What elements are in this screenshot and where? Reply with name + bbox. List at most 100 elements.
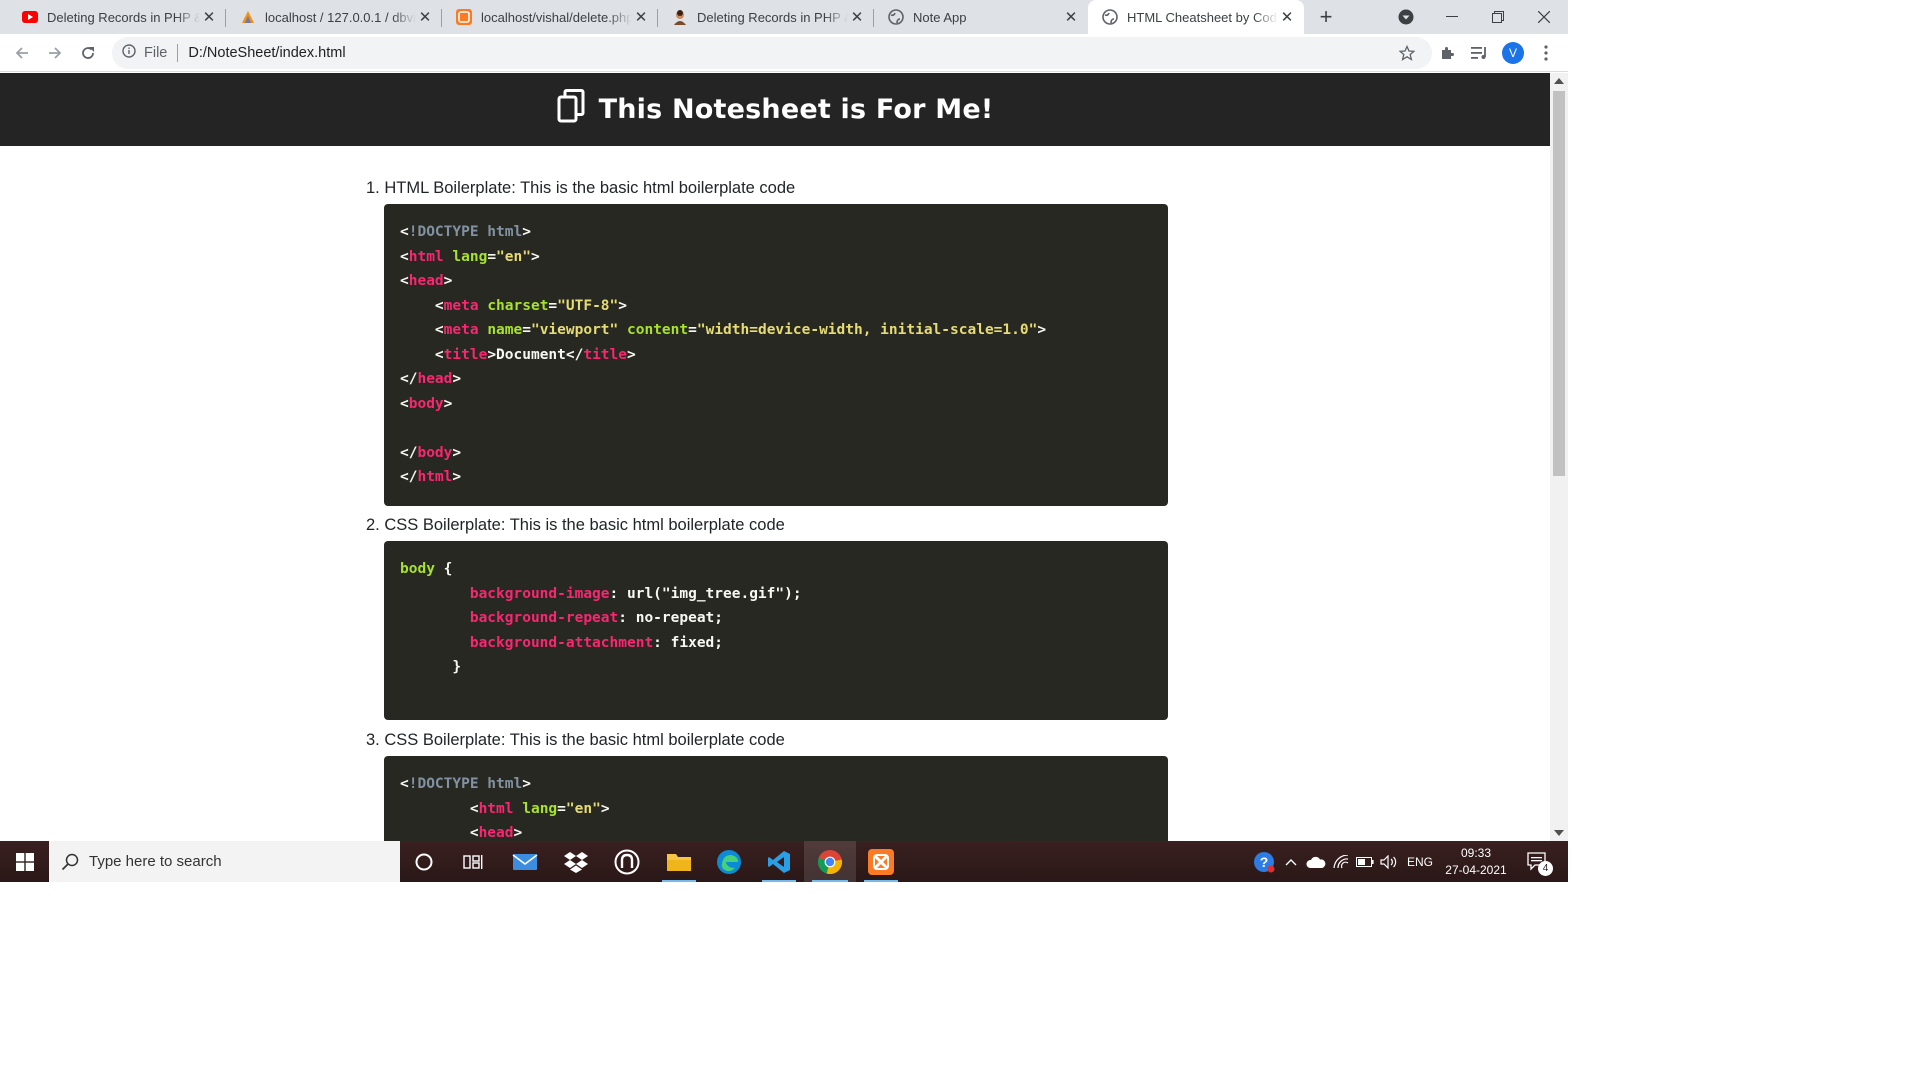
page-scrollbar[interactable]	[1550, 73, 1568, 841]
vscode-icon[interactable]	[754, 841, 804, 882]
code-token: =	[688, 322, 697, 338]
scroll-up-icon[interactable]	[1554, 78, 1564, 84]
volume-icon[interactable]	[1378, 841, 1400, 882]
battery-icon[interactable]	[1354, 841, 1376, 882]
tab-3[interactable]: localhost/vishal/delete.php ✕	[442, 0, 658, 34]
media-control-icon[interactable]	[1469, 42, 1491, 64]
tab-search-icon[interactable]	[1394, 0, 1418, 34]
cortana-icon[interactable]	[400, 841, 448, 882]
close-icon[interactable]: ✕	[848, 8, 866, 26]
code-line: <html lang="en">	[400, 245, 1152, 270]
chevron-up-icon[interactable]	[1282, 841, 1300, 882]
github-desktop-icon[interactable]	[602, 841, 652, 882]
chrome-icon[interactable]	[804, 841, 856, 882]
svg-text:?: ?	[1260, 854, 1269, 870]
bookmark-star-icon[interactable]	[1396, 42, 1418, 64]
info-icon[interactable]	[122, 44, 136, 62]
close-icon[interactable]: ✕	[416, 8, 434, 26]
help-icon[interactable]: ?	[1250, 841, 1278, 882]
code-block[interactable]: body { background-image: url("img_tree.g…	[384, 541, 1168, 720]
clock[interactable]: 09:33 27-04-2021	[1440, 841, 1512, 882]
onedrive-cloud-icon[interactable]	[1304, 841, 1328, 882]
code-token: >	[1037, 322, 1047, 338]
close-icon[interactable]: ✕	[1278, 8, 1296, 26]
youtube-icon	[22, 9, 38, 25]
tab-title: Deleting Records in PHP & MySQL	[47, 9, 200, 25]
code-token: <	[400, 346, 444, 363]
close-icon[interactable]: ✕	[200, 8, 218, 26]
reload-icon[interactable]	[77, 42, 99, 64]
copy-icon	[557, 89, 585, 130]
tab-6-active[interactable]: HTML Cheatsheet by CodeWithHarry ✕	[1088, 0, 1304, 34]
code-block[interactable]: <!DOCTYPE html> <html lang="en"> <head> <m…	[384, 204, 1168, 506]
dropbox-icon[interactable]	[550, 841, 602, 882]
code-token: lang	[452, 248, 488, 265]
code-token: <	[400, 825, 479, 841]
code-token: </	[400, 444, 418, 461]
taskbar-search-input[interactable]: Type here to search	[49, 841, 400, 882]
url-text[interactable]: D:/NoteSheet/index.html	[188, 45, 345, 61]
new-tab-button[interactable]: +	[1314, 4, 1338, 29]
code-token: head	[478, 825, 514, 841]
edge-browser-icon[interactable]	[704, 841, 754, 882]
page-title: This Notesheet is For Me!	[557, 89, 994, 130]
tab-2[interactable]: localhost / 127.0.0.1 / dbvishal ✕	[226, 0, 442, 34]
xampp-taskbar-icon[interactable]	[856, 841, 906, 882]
code-token: <	[400, 322, 444, 338]
notifications-icon[interactable]: 4	[1518, 841, 1558, 882]
language-indicator[interactable]: ENG	[1402, 841, 1438, 882]
code-token: >	[452, 371, 462, 387]
code-token: <	[400, 224, 409, 240]
tab-title: Note App	[913, 9, 967, 25]
globe-icon	[1102, 9, 1118, 25]
tab-5[interactable]: Note App ✕	[874, 0, 1088, 34]
code-token: <	[400, 800, 479, 817]
tab-4[interactable]: Deleting Records in PHP & MySQL ✕	[658, 0, 874, 34]
file-explorer-icon[interactable]	[654, 841, 704, 882]
profile-avatar[interactable]: V	[1502, 42, 1524, 64]
tab-1[interactable]: Deleting Records in PHP & MySQL ✕	[8, 0, 226, 34]
close-window-icon[interactable]	[1532, 0, 1556, 34]
code-token: >	[618, 297, 627, 314]
code-token: background-repeat	[469, 610, 619, 626]
code-token: </	[400, 469, 418, 485]
mail-icon[interactable]	[500, 841, 550, 882]
forward-arrow-icon[interactable]	[44, 42, 66, 64]
scroll-down-icon[interactable]	[1554, 830, 1564, 836]
note-item-3: 3. CSS Boilerplate: This is the basic ht…	[366, 731, 1168, 841]
task-view-icon[interactable]	[448, 841, 498, 882]
code-line: }	[400, 655, 1152, 680]
code-line: </head>	[400, 367, 1152, 392]
close-icon[interactable]: ✕	[632, 8, 650, 26]
code-token: }	[400, 659, 462, 675]
code-line: <meta name="viewport" content="width=dev…	[400, 318, 1152, 343]
code-block[interactable]: <!DOCTYPE html> <html lang="en"> <head>	[384, 756, 1168, 841]
code-line: body {	[400, 557, 1152, 582]
code-token: !DOCTYPE html	[408, 224, 523, 240]
windows-start-icon[interactable]	[0, 841, 49, 882]
code-token: body	[417, 444, 453, 461]
code-token: head	[417, 371, 453, 387]
code-token: background-image	[469, 585, 610, 602]
minimize-icon[interactable]	[1440, 0, 1464, 34]
notes-list: 1. HTML Boilerplate: This is the basic h…	[366, 179, 1168, 841]
code-token: >	[513, 825, 523, 841]
menu-kebab-icon[interactable]	[1535, 42, 1557, 64]
address-bar[interactable]: File D:/NoteSheet/index.html	[112, 37, 1432, 69]
back-arrow-icon[interactable]	[11, 42, 33, 64]
close-icon[interactable]: ✕	[1062, 8, 1080, 26]
restore-icon[interactable]	[1486, 0, 1510, 34]
code-token: >	[522, 776, 531, 792]
code-token: : fixed;	[653, 634, 724, 651]
wifi-icon[interactable]	[1330, 841, 1352, 882]
scrollbar-thumb[interactable]	[1553, 91, 1565, 476]
note-item-1: 1. HTML Boilerplate: This is the basic h…	[366, 179, 1168, 506]
extensions-icon[interactable]	[1436, 42, 1458, 64]
code-token: >	[452, 469, 462, 485]
notification-count-badge: 4	[1538, 861, 1553, 876]
